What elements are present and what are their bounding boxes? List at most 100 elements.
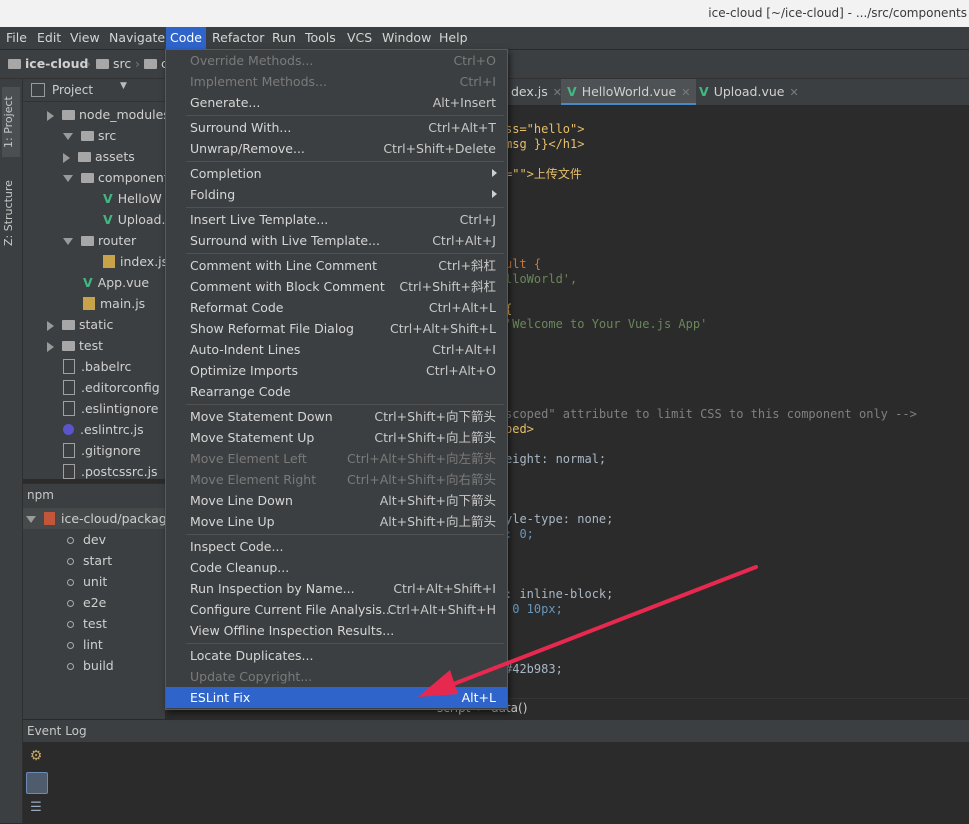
menu-item-completion[interactable]: Completion [166, 163, 507, 184]
code-editor[interactable]: ss="hello"> msg }}</h1> ="">上传文件 ult {lloWo… [505, 106, 969, 718]
expand-icon[interactable] [63, 152, 70, 163]
tree-item[interactable]: .eslintrc.js [63, 419, 144, 440]
menu-item-surround-with[interactable]: Surround With... Ctrl+Alt+T [166, 117, 507, 138]
tree-item[interactable]: src [63, 125, 116, 146]
npm-script-item[interactable]: unit [67, 571, 107, 592]
menu-run[interactable]: Run [268, 27, 300, 49]
menu-edit[interactable]: Edit [33, 27, 65, 49]
expand-icon[interactable] [26, 516, 36, 523]
tree-item[interactable]: .gitignore [63, 440, 141, 461]
menu-item-optimize-imports[interactable]: Optimize Imports Ctrl+Alt+O [166, 360, 507, 381]
menu-item-comment-with-line-comment[interactable]: Comment with Line Comment Ctrl+斜杠 [166, 255, 507, 276]
menu-vcs[interactable]: VCS [343, 27, 376, 49]
tree-item[interactable]: .babelrc [63, 356, 131, 377]
tree-item[interactable]: .eslintignore [63, 398, 158, 419]
chevron-down-icon[interactable]: ▼ [120, 81, 127, 91]
breadcrumb-project[interactable]: ice-cloud [8, 56, 89, 71]
tree-item[interactable]: V App.vue [83, 272, 149, 293]
tree-item[interactable]: index.js [103, 251, 165, 272]
structure-tool-tab[interactable]: Z: Structure [2, 175, 20, 251]
menu-window[interactable]: Window [378, 27, 435, 49]
menu-item-update-copyright[interactable]: Update Copyright... [166, 666, 507, 687]
menu-item-move-element-right[interactable]: Move Element Right Ctrl+Alt+Shift+向右箭头 [166, 469, 507, 490]
tree-item[interactable]: V Upload. [103, 209, 165, 230]
expand-icon[interactable] [63, 133, 73, 140]
menu-item-label: Comment with Block Comment [190, 279, 385, 294]
menu-tools[interactable]: Tools [301, 27, 340, 49]
tree-item-label: component [98, 170, 165, 185]
tree-item-label: App.vue [97, 275, 150, 290]
menu-code[interactable]: Code [166, 27, 207, 49]
list-icon[interactable]: ☰ [26, 798, 46, 818]
tree-item[interactable]: component [63, 167, 165, 188]
tree-item[interactable]: V HelloW [103, 188, 162, 209]
chat-icon[interactable] [26, 772, 48, 794]
settings-icon[interactable]: ⚙ [26, 746, 46, 766]
tree-item[interactable]: router [63, 230, 136, 251]
close-icon[interactable]: ✕ [681, 86, 690, 99]
menu-item-inspect-code[interactable]: Inspect Code... [166, 536, 507, 557]
menu-item-move-element-left[interactable]: Move Element Left Ctrl+Alt+Shift+向左箭头 [166, 448, 507, 469]
tree-item[interactable]: node_modules [47, 104, 165, 125]
npm-script-item[interactable]: dev [67, 529, 106, 550]
npm-script-item[interactable]: test [67, 613, 107, 634]
menu-item-label: Reformat Code [190, 300, 284, 315]
menu-item-move-line-up[interactable]: Move Line Up Alt+Shift+向上箭头 [166, 511, 507, 532]
menu-item-reformat-code[interactable]: Reformat Code Ctrl+Alt+L [166, 297, 507, 318]
expand-icon[interactable] [47, 341, 54, 352]
editor-tab[interactable]: V Upload.vue ✕ [693, 79, 805, 105]
menu-item-locate-duplicates[interactable]: Locate Duplicates... [166, 645, 507, 666]
menu-item-surround-with-live-template[interactable]: Surround with Live Template... Ctrl+Alt+J [166, 230, 507, 251]
menu-view[interactable]: View [66, 27, 104, 49]
tree-item[interactable]: assets [63, 146, 135, 167]
tree-item[interactable]: main.js [83, 293, 145, 314]
npm-panel: npm ice-cloud/package dev start unit e2e tes… [23, 483, 174, 719]
menu-help[interactable]: Help [435, 27, 472, 49]
expand-icon[interactable] [47, 110, 54, 121]
tree-item[interactable]: .postcssrc.js [63, 461, 158, 479]
menu-item-comment-with-block-comment[interactable]: Comment with Block Comment Ctrl+Shift+斜杠 [166, 276, 507, 297]
menu-item-unwrap-remove[interactable]: Unwrap/Remove... Ctrl+Shift+Delete [166, 138, 507, 159]
expand-icon[interactable] [63, 238, 73, 245]
project-tool-tab[interactable]: 1: Project [2, 87, 20, 157]
npm-script-label: dev [83, 532, 107, 547]
menu-item-configure-current-file-analysis[interactable]: Configure Current File Analysis... Ctrl+A… [166, 599, 507, 620]
tree-item[interactable]: test [47, 335, 103, 356]
expand-icon[interactable] [63, 175, 73, 182]
menu-item-run-inspection-by-name[interactable]: Run Inspection by Name... Ctrl+Alt+Shift+… [166, 578, 507, 599]
menu-item-implement-methods[interactable]: Implement Methods... Ctrl+I [166, 71, 507, 92]
breadcrumb-src[interactable]: src [96, 56, 131, 71]
npm-script-item[interactable]: lint [67, 634, 103, 655]
menu-item-override-methods[interactable]: Override Methods... Ctrl+O [166, 50, 507, 71]
menu-item-auto-indent-lines[interactable]: Auto-Indent Lines Ctrl+Alt+I [166, 339, 507, 360]
folder-icon [62, 340, 75, 351]
npm-script-item[interactable]: start [67, 550, 112, 571]
menu-item-code-cleanup[interactable]: Code Cleanup... [166, 557, 507, 578]
menu-item-folding[interactable]: Folding [166, 184, 507, 205]
editor-tab[interactable]: dex.js ✕ [505, 79, 568, 105]
menu-item-move-statement-down[interactable]: Move Statement Down Ctrl+Shift+向下箭头 [166, 406, 507, 427]
menu-item-generate[interactable]: Generate... Alt+Insert [166, 92, 507, 113]
folder-icon [62, 109, 75, 120]
menu-item-insert-live-template[interactable]: Insert Live Template... Ctrl+J [166, 209, 507, 230]
menu-item-eslint-fix[interactable]: ESLint Fix Alt+L [166, 687, 507, 708]
editor-tab[interactable]: V HelloWorld.vue ✕ [561, 79, 697, 105]
menu-item-move-line-down[interactable]: Move Line Down Alt+Shift+向下箭头 [166, 490, 507, 511]
npm-root[interactable]: ice-cloud/package [23, 508, 174, 529]
menu-navigate[interactable]: Navigate [105, 27, 169, 49]
menu-item-label: Folding [190, 187, 236, 202]
tree-item[interactable]: static [47, 314, 113, 335]
npm-script-item[interactable]: e2e [67, 592, 106, 613]
file-icon [63, 443, 75, 458]
close-icon[interactable]: ✕ [789, 86, 798, 99]
menu-item-move-statement-up[interactable]: Move Statement Up Ctrl+Shift+向上箭头 [166, 427, 507, 448]
menu-item-label: Auto-Indent Lines [190, 342, 301, 357]
menu-item-show-reformat-file-dialog[interactable]: Show Reformat File Dialog Ctrl+Alt+Shift+… [166, 318, 507, 339]
npm-script-item[interactable]: build [67, 655, 114, 676]
menu-refactor[interactable]: Refactor [208, 27, 268, 49]
menu-item-rearrange-code[interactable]: Rearrange Code [166, 381, 507, 402]
menu-file[interactable]: File [2, 27, 31, 49]
tree-item[interactable]: .editorconfig [63, 377, 160, 398]
expand-icon[interactable] [47, 320, 54, 331]
menu-item-view-offline-inspection-results[interactable]: View Offline Inspection Results... [166, 620, 507, 641]
